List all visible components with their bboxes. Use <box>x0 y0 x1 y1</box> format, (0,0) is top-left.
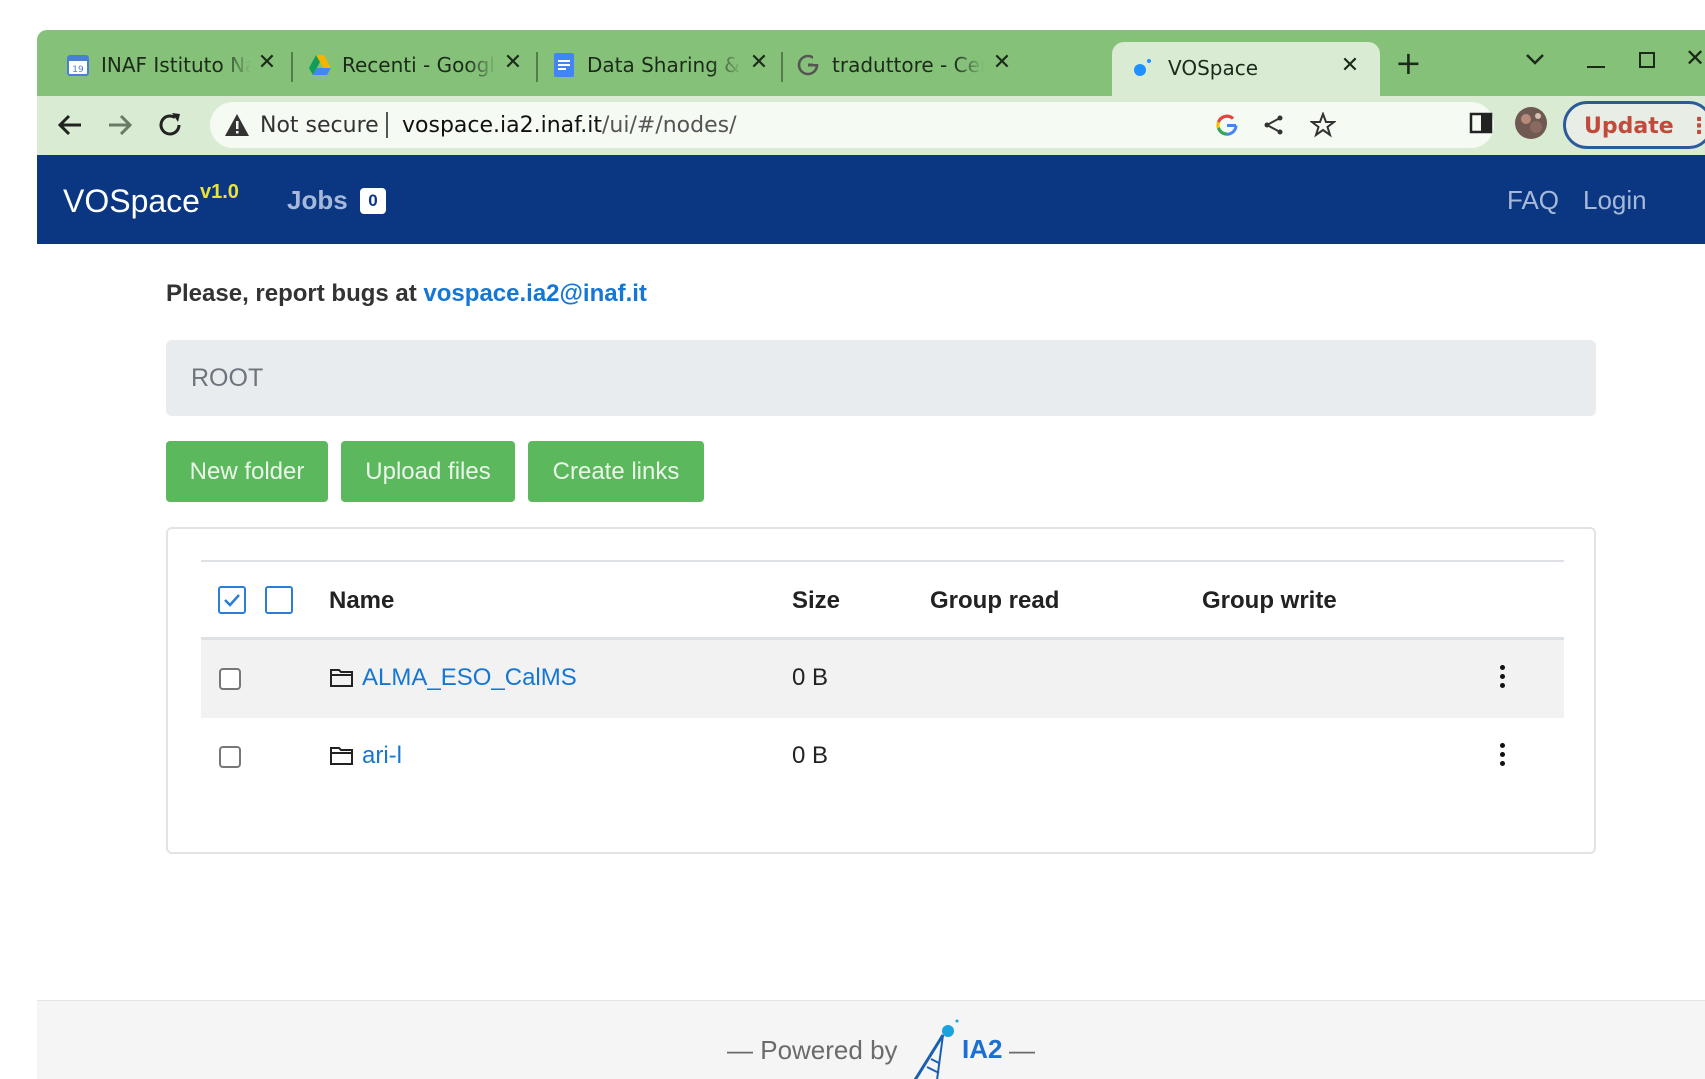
node-name: ari-l <box>362 742 402 770</box>
browser-tab-inaf[interactable]: 19 INAF Istituto Nazi ✕ <box>37 42 292 86</box>
new-tab-icon[interactable]: + <box>1395 44 1422 82</box>
reload-icon[interactable] <box>153 108 187 142</box>
folder-icon <box>329 742 355 768</box>
close-icon[interactable]: ✕ <box>501 51 525 75</box>
jobs-link[interactable]: Jobs <box>287 185 348 216</box>
svg-text:19: 19 <box>72 65 84 75</box>
brand-name: VOSpace <box>63 183 200 219</box>
minimize-icon[interactable] <box>1587 66 1605 68</box>
tab-title: Data Sharing & Pr <box>587 53 742 77</box>
node-link[interactable]: ALMA_ESO_CalMS <box>362 664 577 691</box>
row-checkbox[interactable] <box>219 668 241 690</box>
address-divider <box>386 112 388 138</box>
folder-icon <box>329 664 355 690</box>
upload-files-button[interactable]: Upload files <box>341 441 515 502</box>
nodes-panel: Name Size Group read Group write ALMA_ES… <box>166 527 1596 854</box>
app-navbar: VOSpacev1.0 Jobs 0 FAQ Login <box>37 155 1705 244</box>
table-header: Name Size Group read Group write <box>201 562 1564 640</box>
ia2-logo-text: IA2 <box>962 1034 1003 1064</box>
browser-toolbar: Not secure vospace.ia2.inaf.it/ui/#/node… <box>37 96 1705 155</box>
url-host: vospace.ia2.inaf.it <box>402 113 603 138</box>
nodes-table: Name Size Group read Group write ALMA_ES… <box>201 560 1564 796</box>
bug-report-text: Please, report bugs at <box>166 280 417 307</box>
tab-title: INAF Istituto Nazi <box>101 53 251 77</box>
tab-title: traduttore - Cerca <box>832 53 984 77</box>
tab-title: Recenti - Google I <box>342 53 497 77</box>
create-links-button[interactable]: Create links <box>528 441 704 502</box>
close-icon[interactable]: ✕ <box>990 51 1014 75</box>
jobs-count-badge: 0 <box>360 188 386 214</box>
column-header-group-read[interactable]: Group read <box>930 587 1059 615</box>
deselect-all-checkbox[interactable] <box>265 586 293 614</box>
more-vert-icon[interactable] <box>1494 662 1510 696</box>
select-all-checkbox[interactable] <box>218 586 246 614</box>
side-panel-icon[interactable] <box>1464 106 1498 140</box>
more-vert-icon[interactable] <box>1494 740 1510 774</box>
maximize-icon[interactable] <box>1639 52 1655 68</box>
column-header-size[interactable]: Size <box>792 587 840 615</box>
drive-icon <box>308 53 332 77</box>
faq-link[interactable]: FAQ <box>1507 185 1559 216</box>
new-folder-button[interactable]: New folder <box>166 441 328 502</box>
browser-window: 19 INAF Istituto Nazi ✕ Recenti - Google… <box>37 30 1705 1079</box>
table-row: ALMA_ESO_CalMS 0 B <box>201 640 1564 718</box>
browser-tab-google-search[interactable]: traduttore - Cerca ✕ <box>782 42 1022 86</box>
node-size: 0 B <box>792 664 829 691</box>
close-icon[interactable]: ✕ <box>255 51 279 75</box>
browser-tab-vospace[interactable]: VOSpace ✕ <box>1112 42 1380 96</box>
security-label[interactable]: Not secure <box>260 113 379 138</box>
forward-icon[interactable] <box>103 108 137 142</box>
tab-title: VOSpace <box>1168 56 1259 80</box>
bookmark-star-icon[interactable] <box>1306 108 1340 142</box>
tab-strip: 19 INAF Istituto Nazi ✕ Recenti - Google… <box>37 30 1705 96</box>
brand[interactable]: VOSpacev1.0 <box>63 181 239 220</box>
calendar-icon: 19 <box>66 53 90 77</box>
bug-report-email-link[interactable]: vospace.ia2@inaf.it <box>423 280 647 307</box>
address-bar[interactable]: Not secure vospace.ia2.inaf.it/ui/#/node… <box>210 102 1494 148</box>
breadcrumb: ROOT <box>166 340 1596 416</box>
warning-icon[interactable] <box>224 112 250 138</box>
update-button[interactable]: Update ⋮ <box>1563 101 1705 149</box>
powered-by-trailing: — <box>1009 1035 1035 1065</box>
powered-by-text: — Powered by <box>727 1035 898 1065</box>
node-size: 0 B <box>792 742 829 769</box>
bug-report-notice: Please, report bugs at vospace.ia2@inaf.… <box>166 280 647 308</box>
column-header-name[interactable]: Name <box>329 587 394 615</box>
url-text[interactable]: vospace.ia2.inaf.it/ui/#/nodes/ <box>402 113 737 138</box>
google-lens-icon[interactable] <box>1210 108 1244 142</box>
vospace-icon <box>1130 56 1154 80</box>
docs-icon <box>552 53 576 77</box>
column-header-group-write[interactable]: Group write <box>1202 587 1337 615</box>
table-row: ari-l 0 B <box>201 718 1564 796</box>
node-name: ALMA_ESO_CalMS <box>362 664 577 692</box>
close-icon[interactable]: ✕ <box>1338 54 1362 78</box>
row-checkbox[interactable] <box>219 746 241 768</box>
footer: — Powered by IA2 — <box>37 1000 1705 1079</box>
more-vert-icon[interactable]: ⋮ <box>1688 114 1705 139</box>
close-icon[interactable]: ✕ <box>747 51 771 75</box>
chevron-down-icon[interactable] <box>1525 52 1545 71</box>
url-path: /ui/#/nodes/ <box>602 113 737 138</box>
login-link[interactable]: Login <box>1583 185 1647 216</box>
version-badge: v1.0 <box>199 181 239 203</box>
update-label: Update <box>1584 114 1674 139</box>
back-icon[interactable] <box>53 108 87 142</box>
close-window-icon[interactable]: ✕ <box>1685 44 1705 73</box>
browser-tab-drive[interactable]: Recenti - Google I ✕ <box>292 42 536 86</box>
breadcrumb-root[interactable]: ROOT <box>191 364 263 393</box>
browser-tab-docs[interactable]: Data Sharing & Pr ✕ <box>537 42 781 86</box>
share-icon[interactable] <box>1257 108 1291 142</box>
google-icon <box>796 53 820 77</box>
avatar[interactable] <box>1514 106 1548 140</box>
node-link[interactable]: ari-l <box>362 742 402 769</box>
